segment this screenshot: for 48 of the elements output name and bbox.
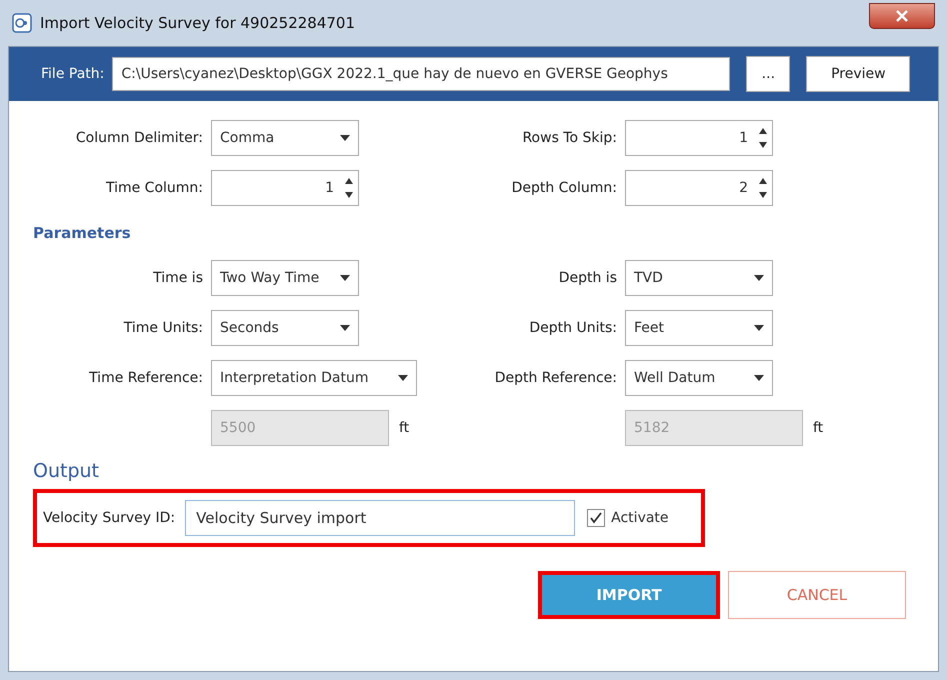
number-spinner[interactable]: 1 [211, 170, 359, 206]
file-path-field[interactable]: C:\Users\cyanez\Desktop\GGX 2022.1_que hay de nuevo en GVERSE Geophys [112, 57, 730, 91]
unit-label: ft [813, 420, 824, 436]
spinner-arrows-icon [758, 127, 768, 149]
window-title: Import Velocity Survey for 490252284701 [40, 14, 356, 32]
dropdown[interactable]: TVD [625, 260, 773, 296]
dropdown[interactable]: Seconds [211, 310, 359, 346]
section-heading: Output [33, 459, 100, 484]
field-label: Time Units: [122, 320, 203, 336]
close-button[interactable] [869, 3, 935, 29]
dropdown[interactable]: Two Way Time [211, 260, 359, 296]
close-icon [896, 10, 908, 22]
dropdown-arrow-icon [398, 375, 408, 381]
number-spinner[interactable]: 1 [625, 120, 773, 156]
field-label: Time is [152, 270, 203, 286]
spinner-arrows-icon [758, 177, 768, 199]
dropdown[interactable]: Interpretation Datum [211, 360, 417, 396]
dropdown[interactable]: Feet [625, 310, 773, 346]
field-label: Time Reference: [88, 370, 203, 386]
field-label: Depth Units: [528, 320, 617, 336]
file-path-label: File Path: [41, 66, 104, 82]
field-label: Velocity Survey ID: [43, 510, 176, 526]
checkbox[interactable] [587, 509, 606, 527]
field-label: Depth Column: [510, 180, 617, 196]
field-label: Column Delimiter: [74, 130, 203, 146]
dropdown-arrow-icon [754, 275, 764, 281]
dropdown-arrow-icon [340, 135, 350, 141]
section-heading: Parameters [33, 223, 132, 244]
dropdown-arrow-icon [754, 375, 764, 381]
readonly-field: 5182 [625, 410, 803, 446]
browse-button[interactable]: ... [746, 56, 790, 92]
preview-button[interactable]: Preview [806, 56, 910, 92]
field-label: Depth is [558, 270, 617, 286]
spinner-arrows-icon [344, 177, 354, 199]
checkbox-label: Activate [611, 510, 669, 526]
dropdown[interactable]: Well Datum [625, 360, 773, 396]
app-logo-icon [12, 13, 32, 33]
dropdown[interactable]: Comma [211, 120, 359, 156]
field-label: Rows To Skip: [521, 130, 617, 146]
dropdown-arrow-icon [754, 325, 764, 331]
dropdown-arrow-icon [340, 325, 350, 331]
survey-id-field[interactable]: Velocity Survey import [185, 500, 576, 536]
readonly-field: 5500 [211, 410, 389, 446]
unit-label: ft [399, 420, 410, 436]
number-spinner[interactable]: 2 [625, 170, 773, 206]
field-label: Depth Reference: [494, 370, 617, 386]
field-label: Time Column: [104, 180, 203, 196]
dropdown-arrow-icon [340, 275, 350, 281]
